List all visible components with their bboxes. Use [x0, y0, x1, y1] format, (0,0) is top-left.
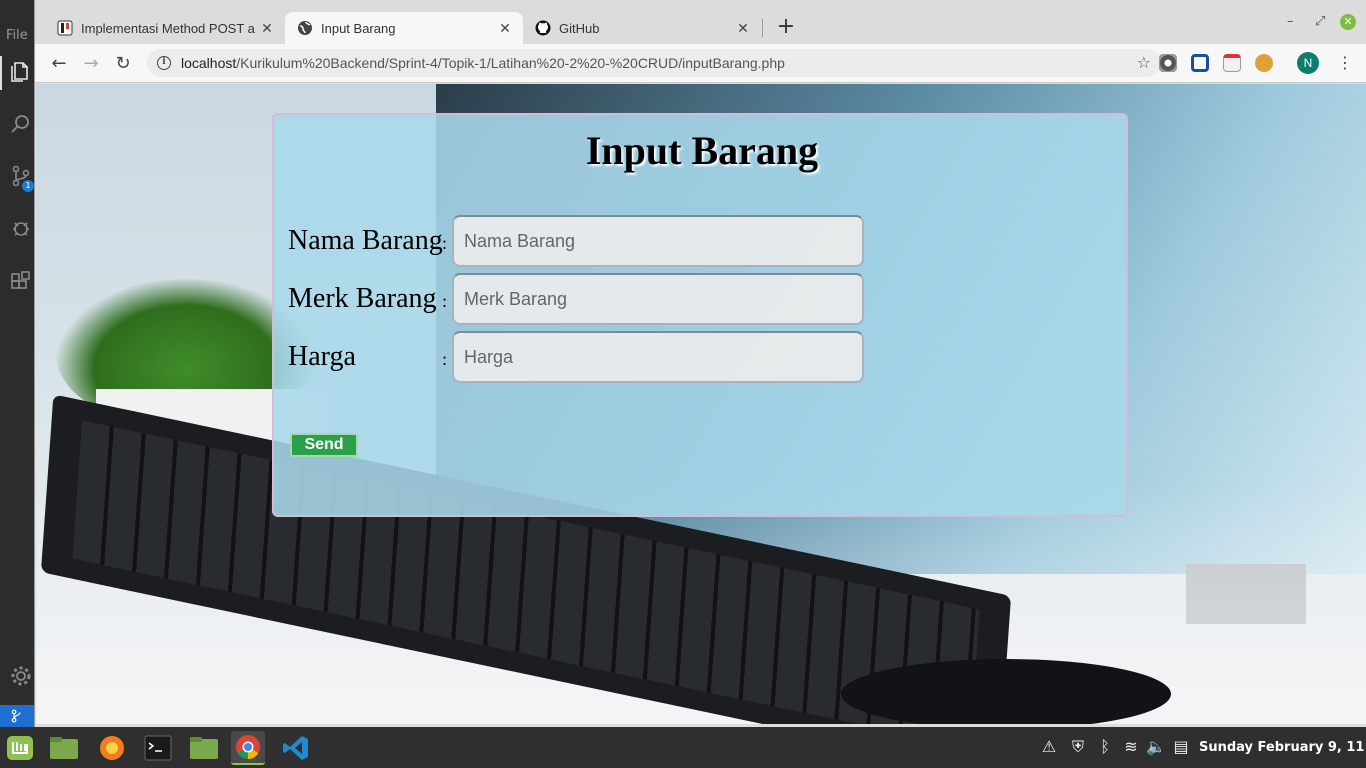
vscode-status-bar	[0, 705, 34, 727]
extension-gear-icon[interactable]	[1159, 54, 1177, 72]
label-colon: :	[442, 291, 448, 311]
page-title: Input Barang	[585, 128, 819, 173]
background-mouse	[841, 659, 1171, 724]
url-text[interactable]: localhost/Kurikulum%20Backend/Sprint-4/T…	[181, 55, 785, 71]
search-icon[interactable]	[9, 112, 33, 136]
bookmark-star-icon[interactable]: ☆	[1137, 53, 1151, 72]
minimize-icon[interactable]: –	[1287, 14, 1294, 29]
harga-label: Harga	[288, 341, 356, 372]
explorer-icon[interactable]	[9, 60, 33, 84]
tab-close-icon[interactable]: ✕	[733, 18, 753, 38]
chrome-icon[interactable]	[231, 731, 265, 765]
field-row-harga: Harga :	[288, 331, 888, 383]
chrome-window: Implementasi Method POST a ✕ Input Baran…	[34, 0, 1366, 727]
profile-avatar[interactable]: N	[1297, 52, 1319, 74]
warning-icon[interactable]: ⚠	[1038, 736, 1060, 758]
label-colon: :	[442, 349, 448, 369]
scm-badge: 1	[22, 180, 34, 192]
wifi-icon[interactable]: ≋	[1120, 736, 1142, 758]
file-menu[interactable]: File	[6, 28, 28, 43]
menu-kebab-icon[interactable]: ⋮	[1337, 52, 1353, 74]
page-viewport: Input Barang Nama Barang : Merk Barang :…	[36, 84, 1366, 724]
merk-barang-label: Merk Barang	[288, 283, 437, 314]
tab-title: GitHub	[559, 20, 600, 36]
forward-icon[interactable]: →	[79, 52, 103, 76]
settings-gear-icon[interactable]	[9, 664, 33, 688]
extension-frame-icon[interactable]	[1191, 54, 1209, 72]
mint-menu-icon[interactable]	[3, 731, 37, 765]
merk-barang-input[interactable]	[452, 273, 864, 325]
reload-icon[interactable]: ↻	[111, 52, 135, 76]
back-icon[interactable]: ←	[47, 52, 71, 76]
clipboard-icon[interactable]: ▤	[1170, 736, 1192, 758]
tab-close-icon[interactable]: ✕	[495, 18, 515, 38]
globe-icon	[298, 21, 312, 35]
files-folder-icon[interactable]	[47, 731, 81, 765]
debug-icon[interactable]	[9, 216, 33, 240]
send-button[interactable]: Send	[290, 433, 358, 457]
nama-barang-input[interactable]	[452, 215, 864, 267]
restore-icon[interactable]: ⤢	[1315, 14, 1325, 29]
tab-title: Implementasi Method POST a	[81, 20, 255, 36]
address-bar[interactable]: i localhost/Kurikulum%20Backend/Sprint-4…	[147, 49, 1161, 77]
tab-close-icon[interactable]: ✕	[257, 18, 277, 38]
extension-window-icon[interactable]	[1223, 54, 1241, 72]
site-info-icon[interactable]: i	[157, 56, 171, 70]
label-colon: :	[442, 233, 448, 253]
new-tab-button[interactable]: +	[775, 16, 797, 39]
tab-input-barang[interactable]: Input Barang ✕	[285, 12, 523, 44]
nama-barang-label: Nama Barang	[288, 225, 443, 256]
extension-cookie-icon[interactable]	[1255, 54, 1273, 72]
shield-icon[interactable]: ⛨	[1067, 736, 1089, 758]
github-icon	[535, 20, 551, 36]
site-favicon-icon	[57, 20, 73, 36]
remote-icon[interactable]	[10, 709, 24, 723]
firefox-icon[interactable]	[95, 731, 129, 765]
field-row-merk-barang: Merk Barang :	[288, 273, 888, 325]
clock[interactable]: Sunday February 9, 11:13	[1199, 740, 1366, 755]
input-barang-form: Input Barang Nama Barang : Merk Barang :…	[272, 113, 1128, 517]
active-indicator	[0, 56, 2, 90]
vscode-icon[interactable]	[279, 731, 313, 765]
tab-github[interactable]: GitHub ✕	[523, 12, 761, 44]
url-path: /Kurikulum%20Backend/Sprint-4/Topik-1/La…	[236, 55, 785, 71]
tab-strip: Implementasi Method POST a ✕ Input Baran…	[35, 0, 1366, 44]
nemo-folder-icon[interactable]	[187, 731, 221, 765]
vscode-activity-bar: File 1	[0, 0, 34, 727]
tab-title: Input Barang	[321, 20, 396, 36]
volume-icon[interactable]: 🔈	[1145, 736, 1167, 758]
terminal-icon[interactable]	[141, 731, 175, 765]
tab-implementasi[interactable]: Implementasi Method POST a ✕	[45, 12, 285, 44]
url-host: localhost	[181, 55, 237, 71]
extensions-icon[interactable]	[9, 270, 33, 294]
window-close-icon[interactable]: ✕	[1340, 14, 1356, 30]
browser-toolbar: ← → ↻ i localhost/Kurikulum%20Backend/Sp…	[35, 44, 1366, 83]
tab-separator	[762, 19, 763, 37]
taskbar: ⚠ ⛨ ᛒ ≋ 🔈 ▤ Sunday February 9, 11:13	[0, 727, 1366, 768]
bluetooth-icon[interactable]: ᛒ	[1094, 736, 1116, 758]
field-row-nama-barang: Nama Barang :	[288, 215, 888, 267]
harga-input[interactable]	[452, 331, 864, 383]
